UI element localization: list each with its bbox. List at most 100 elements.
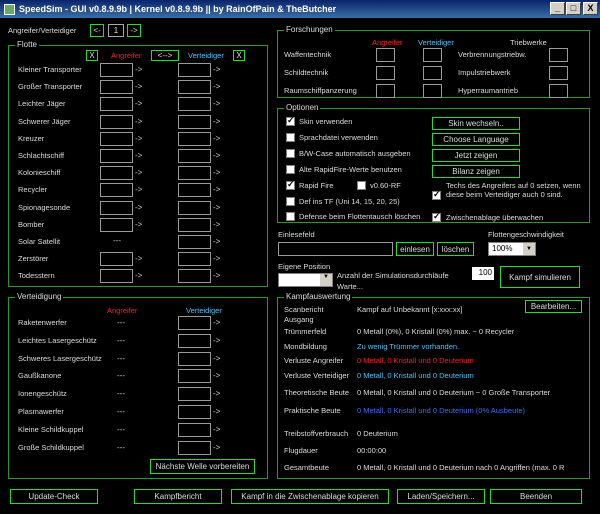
update-check-button[interactable]: Update-Check [10, 489, 98, 504]
copy-clipboard-button[interactable]: Kampf in die Zwischenablage kopieren [231, 489, 389, 504]
battle-row-label: Theoretische Beute [284, 388, 350, 397]
def-tf-checkbox[interactable] [286, 197, 295, 206]
attacker-ship-input[interactable] [100, 114, 133, 129]
solar-satellite-placeholder: --- [113, 236, 121, 245]
show-now-button[interactable]: Jetzt zeigen [432, 149, 520, 162]
defender-defense-input[interactable] [178, 422, 211, 437]
show-balance-button[interactable]: Bilanz zeigen [432, 165, 520, 178]
old-rapidfire-checkbox[interactable] [286, 165, 295, 174]
defender-ship-input[interactable] [178, 252, 211, 267]
attacker-ship-input[interactable] [100, 63, 133, 77]
defense-delete-checkbox[interactable] [286, 212, 295, 221]
attacker-ship-input[interactable] [100, 217, 133, 232]
defender-ship-input[interactable] [178, 183, 211, 198]
sim-runs-input[interactable]: 100 [472, 267, 494, 280]
defender-defense-input[interactable] [178, 440, 211, 455]
ship-label: Kolonieschiff [18, 168, 61, 178]
defender-defense-input[interactable] [178, 333, 211, 348]
swap-fleet-button[interactable]: <--> [151, 50, 179, 61]
defender-ship-input[interactable] [178, 166, 211, 181]
wait-label: Warte... [337, 282, 363, 291]
defender-ship-input[interactable] [178, 200, 211, 215]
language-file-checkbox[interactable] [286, 133, 295, 142]
skin-checkbox[interactable] [286, 115, 295, 126]
chevron-down-icon: ▼ [320, 274, 332, 286]
v060-rf-checkbox[interactable] [357, 181, 366, 190]
defender-tech-input[interactable] [423, 48, 442, 62]
defender-defense-input[interactable] [178, 405, 211, 419]
choose-language-button[interactable]: Choose Language [432, 133, 520, 146]
drive-input[interactable] [549, 66, 568, 80]
bw-case-checkbox[interactable] [286, 149, 295, 158]
defender-ship-input[interactable] [178, 131, 211, 146]
simulate-button[interactable]: Kampf simulieren [500, 266, 580, 288]
techs-zero-checkbox[interactable] [432, 189, 441, 200]
techs-zero-label: Techs des Angreifers auf 0 setzen, wenn … [446, 181, 581, 199]
battle-row-value: 00:00:00 [357, 446, 387, 455]
attacker-ship-input[interactable] [100, 97, 133, 112]
attacker-ship-input[interactable] [100, 183, 133, 198]
battle-row-value: Kampf auf Unbekannt [x:xxx:xx] [357, 305, 463, 314]
defender-ship-input[interactable] [178, 97, 211, 112]
defender-ship-input[interactable] [178, 217, 211, 232]
clipboard-watch-checkbox[interactable] [432, 211, 441, 222]
ship-label: Bomber [18, 219, 45, 229]
attacker-ship-input[interactable] [100, 200, 133, 215]
defender-defense-input[interactable] [178, 351, 211, 366]
ship-label: Spionagesonde [18, 202, 71, 212]
minimize-button[interactable]: _ [550, 2, 565, 15]
rapid-fire-checkbox[interactable] [286, 179, 295, 190]
drive-input[interactable] [549, 48, 568, 62]
battle-row-label: Scanbericht [284, 305, 324, 314]
rapid-fire-label: Rapid Fire [299, 181, 334, 190]
attacker-ship-input[interactable] [100, 80, 133, 95]
next-wave-button[interactable]: Nächste Welle vorbereiten [150, 459, 255, 474]
attacker-ship-input[interactable] [100, 252, 133, 267]
attacker-ship-input[interactable] [100, 269, 133, 284]
title-bar: SpeedSim - GUI v0.8.9.9b | Kernel v0.8.9… [0, 0, 600, 18]
arrow-right-icon: -> [135, 116, 143, 126]
battle-row-value: Zu wenig Trümmer vorhanden. [357, 342, 460, 351]
fleet-speed-select[interactable]: 100% ▼ [488, 242, 536, 256]
defender-ship-input[interactable] [178, 235, 211, 249]
defender-tech-input[interactable] [423, 84, 442, 98]
skin-change-button[interactable]: Skin wechseln.. [432, 117, 520, 130]
battle-report-button[interactable]: Kampfbericht [134, 489, 222, 504]
defender-tech-input[interactable] [423, 66, 442, 80]
attacker-number[interactable]: 1 [108, 24, 124, 37]
edit-button[interactable]: Bearbeiten... [525, 300, 582, 313]
defender-ship-input[interactable] [178, 80, 211, 95]
maximize-button[interactable]: □ [566, 2, 581, 15]
defender-defense-input[interactable] [178, 387, 211, 402]
arrow-right-icon: -> [213, 202, 221, 212]
ship-label: Schwerer Jäger [18, 116, 71, 126]
drive-input[interactable] [549, 84, 568, 98]
defender-ship-input[interactable] [178, 269, 211, 284]
attacker-defense-placeholder: --- [117, 353, 125, 363]
defender-ship-input[interactable] [178, 63, 211, 77]
prev-attacker-button[interactable]: <- [90, 24, 104, 37]
input-textarea[interactable] [278, 242, 393, 256]
close-button[interactable]: X [583, 2, 598, 15]
read-in-button[interactable]: einlesen [396, 242, 434, 256]
attacker-tech-input[interactable] [376, 48, 395, 62]
clear-defender-fleet-button[interactable]: X [233, 50, 245, 61]
defender-defense-input[interactable] [178, 369, 211, 384]
attacker-ship-input[interactable] [100, 149, 133, 163]
attacker-tech-input[interactable] [376, 66, 395, 80]
arrow-right-icon: -> [135, 271, 143, 281]
attacker-tech-input[interactable] [376, 84, 395, 98]
defender-defense-input[interactable] [178, 316, 211, 330]
clear-input-button[interactable]: löschen [437, 242, 474, 256]
clear-attacker-fleet-button[interactable]: X [86, 50, 98, 61]
attacker-ship-input[interactable] [100, 166, 133, 181]
exit-button[interactable]: Beenden [490, 489, 582, 504]
next-attacker-button[interactable]: -> [127, 24, 141, 37]
defender-ship-input[interactable] [178, 114, 211, 129]
battle-row-label: Praktische Beute [284, 406, 341, 415]
load-save-button[interactable]: Laden/Speichern... [397, 489, 485, 504]
defender-ship-input[interactable] [178, 149, 211, 163]
research-title: Forschungen [284, 25, 335, 35]
attacker-ship-input[interactable] [100, 131, 133, 146]
own-position-select[interactable]: ▼ [278, 273, 333, 287]
